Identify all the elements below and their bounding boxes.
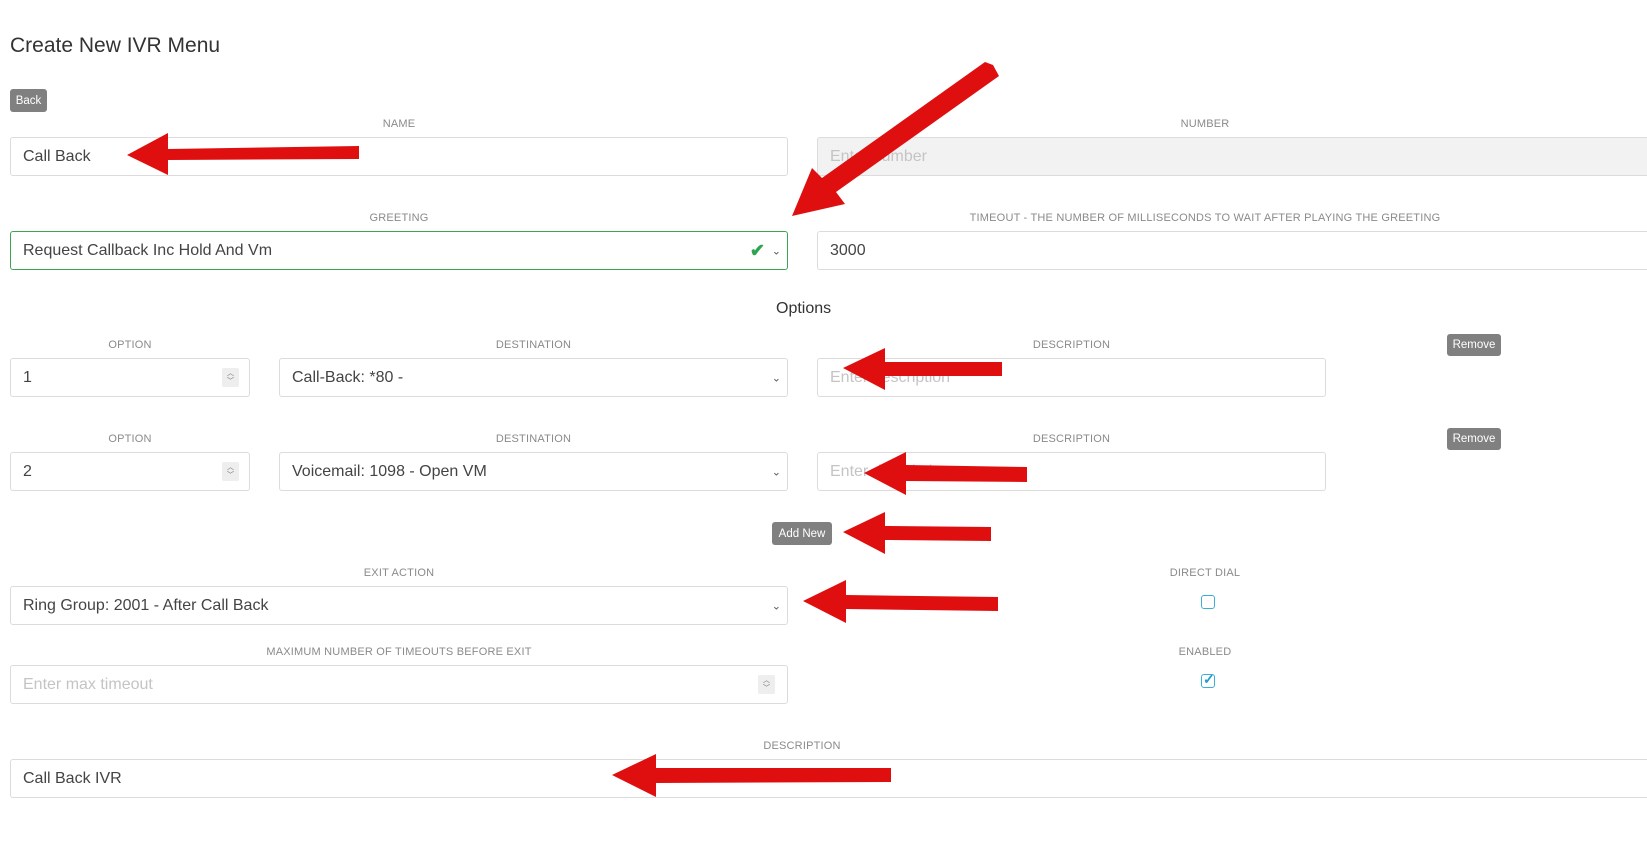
destination-value: Call-Back: *80 - [292,368,404,386]
remove-option-button[interactable]: Remove [1447,334,1501,356]
add-new-button[interactable]: Add New [772,522,832,545]
spinner-icon[interactable]: ︿ ﹀ [222,368,239,387]
number-placeholder: Enter number [830,147,927,165]
option-number-input[interactable]: 2 ︿ ﹀ [10,452,250,491]
number-input[interactable]: Enter number [817,137,1647,176]
greeting-value: Request Callback Inc Hold And Vm [23,241,273,259]
timeout-value: 3000 [830,241,866,259]
checkmark-icon: ✔ [749,240,765,260]
destination-label: DESTINATION [495,433,572,445]
option-label: OPTION [108,339,152,351]
enabled-checkbox[interactable]: ✓ [1201,671,1215,688]
spinner-icon[interactable]: ︿ ﹀ [222,462,239,481]
greeting-select[interactable]: Request Callback Inc Hold And Vm ✔ ⌄ [10,231,788,270]
max-timeouts-placeholder: Enter max timeout [23,675,153,693]
option-description-placeholder: Enter description [830,462,951,480]
exit-action-select[interactable]: Ring Group: 2001 - After Call Back ⌄ [10,586,788,625]
description-label: DESCRIPTION [1032,339,1111,351]
option-description-input[interactable]: Enter description [817,358,1326,397]
chevron-down-icon: ⌄ [771,245,781,257]
page-title: Create New IVR Menu [10,34,221,57]
description-label: DESCRIPTION [763,740,841,752]
max-timeouts-label: MAXIMUM NUMBER OF TIMEOUTS BEFORE EXIT [266,646,532,658]
direct-dial-checkbox[interactable] [1201,595,1215,609]
spinner-icon[interactable]: ︿ ﹀ [758,675,775,694]
option-number-value: 1 [23,368,32,386]
name-value: Call Back [23,147,91,165]
option-number-input[interactable]: 1 ︿ ﹀ [10,358,250,397]
chevron-down-icon: ⌄ [771,600,781,612]
description-label: DESCRIPTION [1032,433,1111,445]
checkmark-icon: ✓ [1203,671,1215,687]
chevron-down-icon: ⌄ [771,372,781,384]
destination-select[interactable]: Call-Back: *80 - ⌄ [279,358,788,397]
back-button[interactable]: Back [10,89,47,112]
direct-dial-label: DIRECT DIAL [1169,567,1241,579]
arrow-icon [843,512,991,554]
option-description-input[interactable]: Enter description [817,452,1326,491]
enabled-label: ENABLED [1178,646,1232,658]
destination-value: Voicemail: 1098 - Open VM [292,462,487,480]
timeout-input[interactable]: 3000 [817,231,1647,270]
remove-option-button[interactable]: Remove [1447,428,1501,450]
number-label: NUMBER [1180,118,1230,130]
arrow-icon [803,580,998,623]
destination-select[interactable]: Voicemail: 1098 - Open VM ⌄ [279,452,788,491]
option-label: OPTION [108,433,152,445]
chevron-down-icon: ⌄ [771,466,781,478]
options-heading: Options [776,300,832,317]
timeout-label: TIMEOUT - THE NUMBER OF MILLISECONDS TO … [969,212,1441,224]
max-timeouts-input[interactable]: Enter max timeout ︿ ﹀ [10,665,788,704]
name-input[interactable]: Call Back [10,137,788,176]
exit-action-value: Ring Group: 2001 - After Call Back [23,596,269,614]
destination-label: DESTINATION [495,339,572,351]
description-input[interactable]: Call Back IVR [10,759,1647,798]
name-label: NAME [382,118,416,130]
exit-action-label: EXIT ACTION [363,567,435,579]
option-number-value: 2 [23,462,32,480]
description-value: Call Back IVR [23,769,122,787]
option-description-placeholder: Enter description [830,368,951,386]
greeting-label: GREETING [369,212,429,224]
